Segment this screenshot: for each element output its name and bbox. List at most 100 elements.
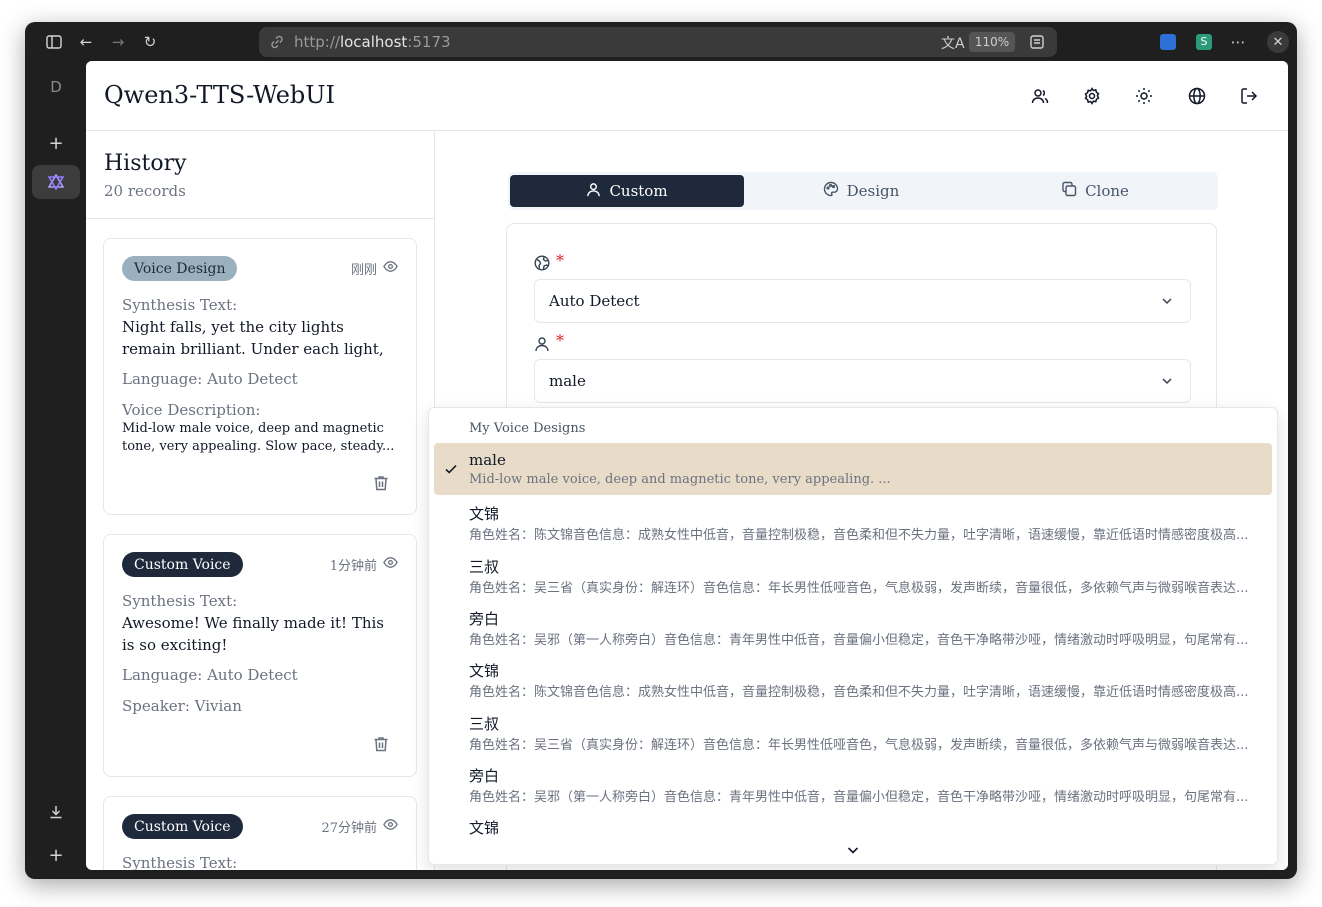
option-name: 旁白 xyxy=(469,767,500,785)
eye-icon[interactable] xyxy=(383,555,398,574)
speaker-label: Speaker: Vivian xyxy=(122,697,242,715)
download-icon[interactable] xyxy=(32,795,80,829)
eye-icon[interactable] xyxy=(383,817,398,836)
copy-icon xyxy=(1061,181,1077,201)
language-globe-icon xyxy=(534,255,550,271)
translate-icon[interactable]: 文A xyxy=(941,33,965,53)
history-title: History xyxy=(104,151,187,176)
option-name: 三叔 xyxy=(469,558,500,576)
tab-custom[interactable]: Custom xyxy=(510,175,744,207)
browser-toolbar: ← → ↻ http://localhost:5173 文A 110% S ⋯ … xyxy=(25,22,1297,62)
option-name: 三叔 xyxy=(469,715,500,733)
option-description: 角色姓名：陈文锦音色信息：成熟女性中低音，音量控制极稳，音色柔和但不失力量，吐字… xyxy=(469,685,1249,700)
option-description: 角色姓名：吴三省（真实身份：解连环）音色信息：年长男性低哑音色，气息极弱，发声断… xyxy=(469,738,1249,753)
history-card[interactable]: Custom Voice 1分钟前 Synthesis Text: Awesom… xyxy=(103,534,417,777)
speaker-user-icon xyxy=(534,336,550,352)
dropdown-option[interactable]: 三叔 角色姓名：吴三省（真实身份：解连环）音色信息：年长男性低哑音色，气息极弱，… xyxy=(434,705,1272,757)
option-name: 文锦 xyxy=(469,505,500,523)
tab-clone[interactable]: Clone xyxy=(978,175,1212,207)
option-description: Mid-low male voice, deep and magnetic to… xyxy=(469,472,891,487)
close-icon[interactable]: ✕ xyxy=(1265,30,1291,54)
app-header: Qwen3-TTS-WebUI xyxy=(86,61,1288,131)
app-tab-icon[interactable] xyxy=(32,165,80,199)
synthesis-label: Synthesis Text: xyxy=(122,296,238,314)
synthesis-text: Night falls, yet the city lights remain … xyxy=(122,318,384,358)
language-label: Language: Auto Detect xyxy=(122,666,298,684)
card-time: 1分钟前 xyxy=(330,555,398,574)
type-badge: Voice Design xyxy=(122,256,238,281)
history-header: History 20 records xyxy=(86,131,435,219)
dropdown-option[interactable]: 旁白 角色姓名：吴邪（第一人称旁白）音色信息：青年男性中低音，音量偏小但稳定，音… xyxy=(434,600,1272,652)
option-description: 角色姓名：吴邪（第一人称旁白）音色信息：青年男性中低音，音量偏小但稳定，音色干净… xyxy=(469,790,1249,805)
dropdown-option[interactable]: 文锦 角色姓名：陈文锦音色信息：成熟女性中低音，音量控制极稳，音色柔和但不失力量… xyxy=(434,652,1272,704)
scroll-down-chevron-icon[interactable] xyxy=(845,842,861,858)
voice-dropdown: My Voice Designs male Mid-low male voice… xyxy=(428,407,1278,865)
history-count: 20 records xyxy=(104,182,186,200)
required-mark: * xyxy=(556,251,564,270)
bitwarden-extension-icon[interactable] xyxy=(1155,30,1181,54)
type-badge: Custom Voice xyxy=(122,552,243,577)
dropdown-option[interactable]: 文锦 角色姓名：陈文锦音色信息：成熟女性中低音，音量控制极稳，音色柔和但不失力量… xyxy=(434,495,1272,547)
forward-icon[interactable]: → xyxy=(105,30,131,54)
logout-icon[interactable] xyxy=(1236,83,1262,109)
zoom-level[interactable]: 110% xyxy=(969,32,1015,52)
option-name: 旁白 xyxy=(469,610,500,628)
browser-sidebar: D + + xyxy=(25,62,86,879)
page-viewport: Qwen3-TTS-WebUI History 20 records Voice… xyxy=(86,61,1288,870)
link-icon xyxy=(269,34,285,54)
synthesis-label: Synthesis Text: xyxy=(122,854,238,870)
synthesis-text: Awesome! We finally made it! This is so … xyxy=(122,614,384,654)
tab-design[interactable]: Design xyxy=(744,175,978,207)
voice-select[interactable]: male xyxy=(534,359,1191,403)
sun-icon[interactable] xyxy=(1131,83,1157,109)
more-menu-icon[interactable]: ⋯ xyxy=(1225,30,1251,54)
option-name: male xyxy=(469,451,506,469)
card-time: 刚刚 xyxy=(351,259,398,278)
settings-icon[interactable] xyxy=(1079,83,1105,109)
profile-avatar[interactable]: D xyxy=(41,72,71,102)
history-panel: History 20 records Voice Design 刚刚 Synth… xyxy=(86,131,435,870)
dropdown-option[interactable]: 文锦 xyxy=(434,809,1272,839)
history-card[interactable]: Voice Design 刚刚 Synthesis Text: Night fa… xyxy=(103,238,417,515)
option-name: 文锦 xyxy=(469,819,500,837)
dropdown-group-label: My Voice Designs xyxy=(469,421,586,436)
language-label: Language: Auto Detect xyxy=(122,370,298,388)
new-tab-icon[interactable]: + xyxy=(32,126,80,160)
option-name: 文锦 xyxy=(469,662,500,680)
description-label: Voice Description: xyxy=(122,401,261,419)
trash-icon[interactable] xyxy=(372,735,390,753)
option-description: 角色姓名：吴三省（真实身份：解连环）音色信息：年长男性低哑音色，气息极弱，发声断… xyxy=(469,581,1249,596)
add-icon[interactable]: + xyxy=(32,838,80,872)
address-bar[interactable]: http://localhost:5173 文A 110% xyxy=(259,27,1057,57)
sidebar-toggle-icon[interactable] xyxy=(41,30,67,54)
mode-tabs: Custom Design Clone xyxy=(508,172,1218,210)
url-text: http://localhost:5173 xyxy=(294,33,451,51)
dropdown-option[interactable]: male Mid-low male voice, deep and magnet… xyxy=(434,443,1272,495)
chevron-down-icon xyxy=(1160,294,1174,308)
description-text: Mid-low male voice, deep and magnetic to… xyxy=(122,421,395,454)
dropdown-option[interactable]: 旁白 角色姓名：吴邪（第一人称旁白）音色信息：青年男性中低音，音量偏小但稳定，音… xyxy=(434,757,1272,809)
dropdown-option[interactable]: 三叔 角色姓名：吴三省（真实身份：解连环）音色信息：年长男性低哑音色，气息极弱，… xyxy=(434,548,1272,600)
reload-icon[interactable]: ↻ xyxy=(137,30,163,54)
browser-window: ← → ↻ http://localhost:5173 文A 110% S ⋯ … xyxy=(25,22,1297,879)
user-icon xyxy=(586,182,601,201)
type-badge: Custom Voice xyxy=(122,814,243,839)
reader-icon[interactable] xyxy=(1029,34,1045,54)
extension-s-icon[interactable]: S xyxy=(1191,30,1217,54)
language-select[interactable]: Auto Detect xyxy=(534,279,1191,323)
synthesis-label: Synthesis Text: xyxy=(122,592,238,610)
history-card[interactable]: Custom Voice 27分钟前 Synthesis Text: xyxy=(103,796,417,870)
check-icon xyxy=(443,461,459,477)
palette-icon xyxy=(823,181,839,201)
users-icon[interactable] xyxy=(1027,83,1053,109)
back-icon[interactable]: ← xyxy=(73,30,99,54)
card-time: 27分钟前 xyxy=(321,817,398,836)
eye-icon[interactable] xyxy=(383,259,398,278)
chevron-down-icon xyxy=(1160,374,1174,388)
option-description: 角色姓名：吴邪（第一人称旁白）音色信息：青年男性中低音，音量偏小但稳定，音色干净… xyxy=(469,633,1249,648)
app-title: Qwen3-TTS-WebUI xyxy=(104,81,335,109)
globe-icon[interactable] xyxy=(1184,83,1210,109)
option-description: 角色姓名：陈文锦音色信息：成熟女性中低音，音量控制极稳，音色柔和但不失力量，吐字… xyxy=(469,528,1249,543)
required-mark: * xyxy=(556,331,564,350)
trash-icon[interactable] xyxy=(372,474,390,492)
